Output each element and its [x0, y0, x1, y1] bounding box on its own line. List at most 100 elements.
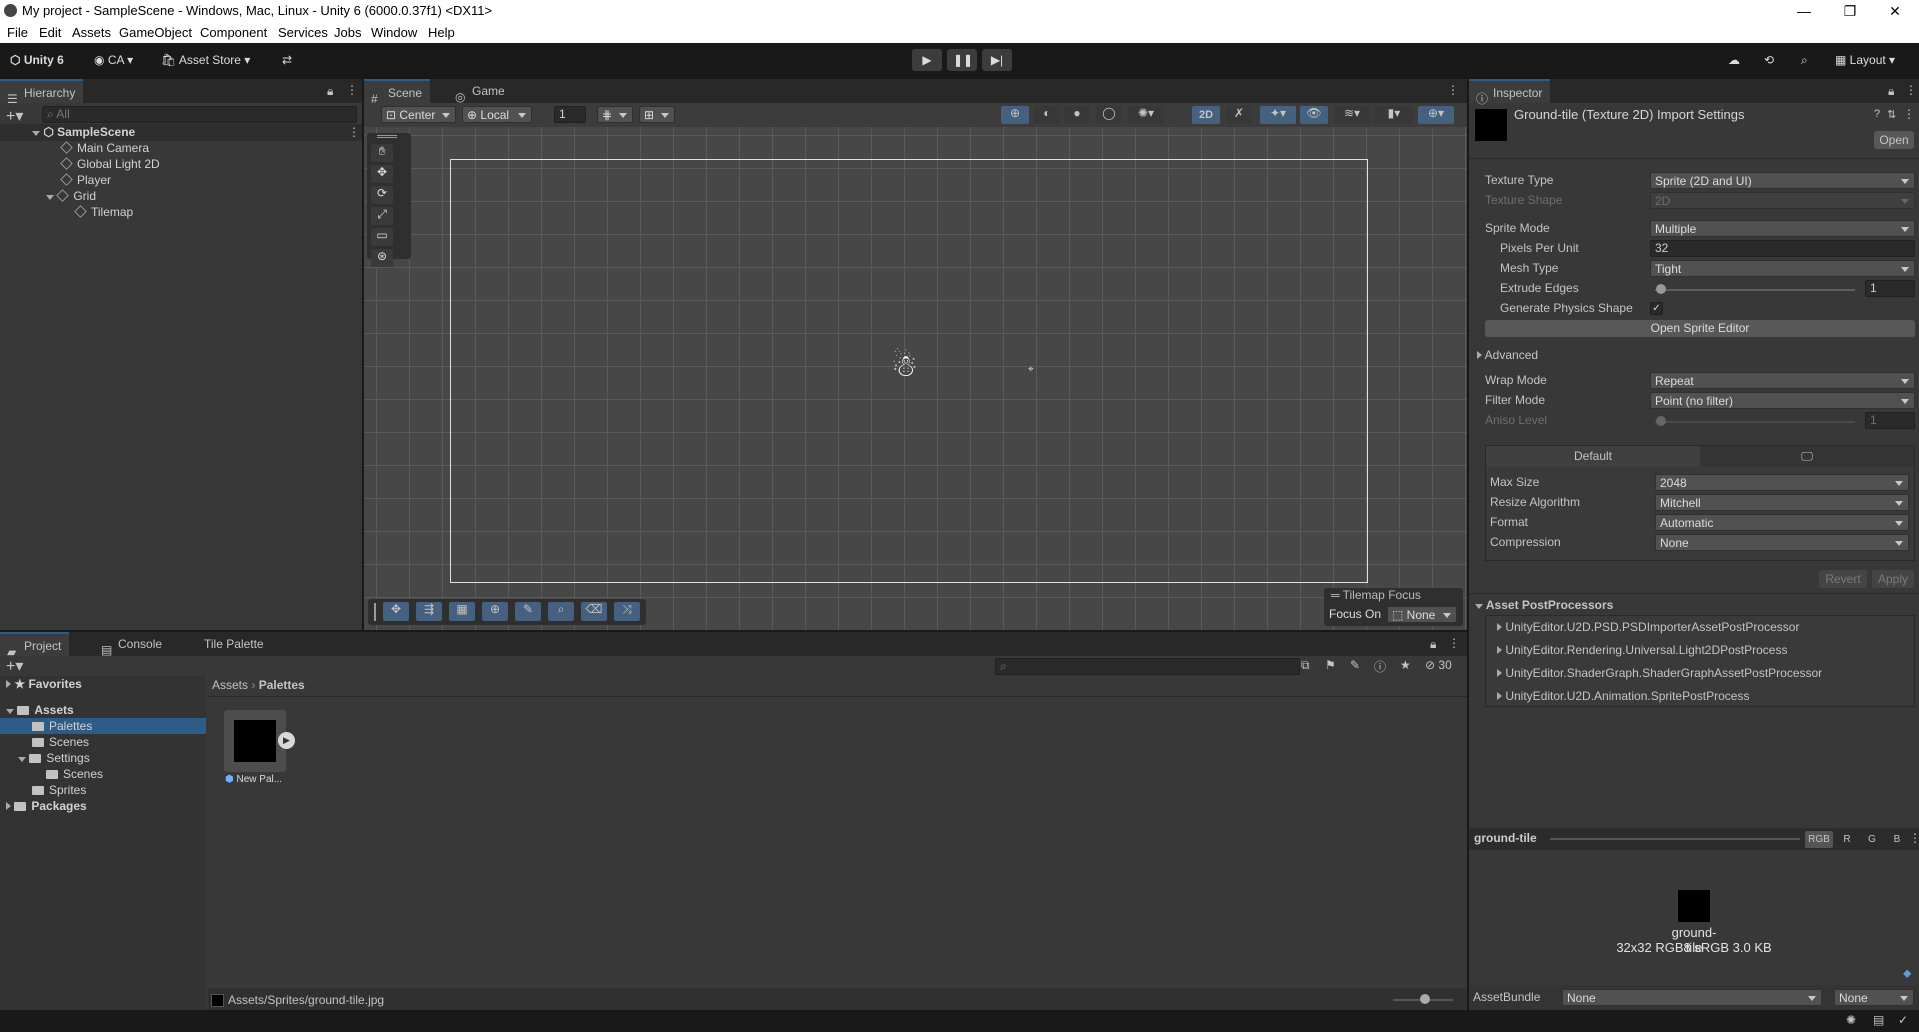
search-by-label-icon[interactable]: ⚑ — [1325, 658, 1336, 672]
grid-snap-dropdown[interactable]: ⋕ — [597, 106, 633, 123]
mode-2d-toggle[interactable]: 2D — [1192, 106, 1220, 124]
maximize-button[interactable]: ❐ — [1830, 1, 1870, 21]
favorite-star-icon[interactable]: ★ — [1400, 658, 1411, 672]
wrap-mode-dropdown[interactable]: Repeat — [1650, 372, 1915, 389]
drag-handle-icon[interactable] — [377, 135, 397, 138]
search-by-tag-icon[interactable]: ✎ — [1350, 658, 1360, 672]
revert-button[interactable]: Revert — [1819, 570, 1867, 588]
info-icon[interactable]: ⓘ — [1374, 658, 1386, 675]
format-dropdown[interactable]: Automatic — [1655, 514, 1909, 531]
palette-asset-thumb[interactable] — [224, 710, 286, 772]
tab-tile-palette[interactable]: Tile Palette — [180, 632, 272, 656]
asset-store-dropdown[interactable]: 🛍 Asset Store ▾ — [155, 49, 256, 71]
gizmo-view-icon[interactable]: ⊕ — [1001, 106, 1029, 124]
visibility-icon[interactable]: 👁︎ — [1300, 106, 1328, 124]
tilemap-search-icon[interactable]: ⌕ — [548, 602, 574, 621]
hierarchy-item-grid[interactable]: Grid — [46, 188, 96, 204]
cloud-icon[interactable]: ☁ — [1722, 49, 1746, 71]
layers-dropdown[interactable]: ≋▾ — [1334, 106, 1370, 124]
breadcrumb-palettes[interactable]: Palettes — [259, 678, 305, 692]
help-icon[interactable]: ? — [1874, 108, 1880, 120]
tree-item-settings-scenes[interactable]: Scenes — [46, 766, 103, 782]
thumb-size-handle[interactable] — [1420, 994, 1430, 1004]
preset-icon[interactable]: ⇅ — [1887, 108, 1896, 121]
effects-dropdown[interactable]: ✦▾ — [1260, 106, 1296, 124]
progress-status-icon[interactable]: ✓ — [1898, 1013, 1908, 1027]
platform-tab-standalone[interactable]: 🖵 — [1700, 446, 1914, 467]
space-dropdown[interactable]: ⊕ Local — [462, 106, 532, 123]
shading-wire-icon[interactable]: ◐ — [1034, 106, 1060, 124]
tilemap-paint-icon[interactable]: ▦ — [449, 602, 475, 621]
menu-component[interactable]: Component — [200, 25, 267, 40]
tab-game[interactable]: ◎ Game — [448, 79, 513, 104]
scene-more-icon[interactable]: ⋮ — [348, 125, 360, 139]
shading-solid-icon[interactable]: ● — [1064, 106, 1090, 124]
menu-jobs[interactable]: Jobs — [334, 25, 361, 40]
close-button[interactable]: ✕ — [1875, 1, 1915, 21]
tab-project[interactable]: ▰ Project — [0, 632, 70, 659]
tilemap-erase-icon[interactable]: ⌫ — [581, 602, 607, 621]
play-button[interactable]: ▶ — [912, 49, 942, 71]
tree-item-scenes[interactable]: Scenes — [32, 734, 89, 750]
channel-g-button[interactable]: G — [1861, 831, 1883, 848]
component-more-icon[interactable]: ⋮ — [1903, 107, 1915, 121]
scale-tool-icon[interactable]: ⤢ — [371, 207, 393, 225]
create-asset-button[interactable]: +▾ — [6, 656, 23, 676]
menu-assets[interactable]: Assets — [72, 25, 111, 40]
pixels-per-unit-input[interactable]: 32 — [1650, 240, 1915, 257]
version-control-icon[interactable]: ⇄ — [276, 49, 298, 71]
player-gizmo-icon[interactable]: ☃ — [891, 349, 918, 384]
search-icon[interactable]: ⌕ — [1795, 49, 1814, 71]
tab-scene[interactable]: # Scene — [364, 79, 431, 106]
compression-dropdown[interactable]: None — [1655, 534, 1909, 551]
tree-item-favorites[interactable]: ★ Favorites — [6, 676, 82, 692]
mesh-type-dropdown[interactable]: Tight — [1650, 260, 1915, 277]
tilemap-pick-icon[interactable]: ✎ — [515, 602, 541, 621]
layout-dropdown[interactable]: ▦ Layout ▾ — [1829, 49, 1901, 71]
rect-tool-icon[interactable]: ▭ — [371, 228, 393, 246]
asset-name-label[interactable]: ⬢ New Pal... — [225, 774, 282, 785]
assetbundle-variant-dropdown[interactable]: None — [1834, 989, 1914, 1006]
preview-mip-slider[interactable] — [1550, 838, 1800, 840]
postprocessors-foldout[interactable]: Asset PostProcessors — [1475, 597, 1613, 614]
platform-tab-default[interactable]: Default — [1486, 446, 1700, 467]
increment-snap-dropdown[interactable]: ⊞ — [639, 106, 675, 123]
postprocessor-item[interactable]: UnityEditor.U2D.Animation.SpritePostProc… — [1497, 688, 1749, 705]
menu-window[interactable]: Window — [371, 25, 417, 40]
hand-tool-icon[interactable]: ✋︎ — [371, 144, 393, 162]
tab-console[interactable]: ▤ Console — [94, 632, 170, 657]
tab-inspector[interactable]: ⓘ Inspector — [1469, 79, 1551, 106]
open-button[interactable]: Open — [1874, 131, 1914, 149]
more-options-icon[interactable]: ⋮ — [346, 83, 358, 97]
move-tool-icon[interactable]: ✥ — [371, 165, 393, 183]
resize-algorithm-dropdown[interactable]: Mitchell — [1655, 494, 1909, 511]
texture-type-dropdown[interactable]: Sprite (2D and UI) — [1650, 172, 1915, 189]
tilemap-move-icon[interactable]: ⇶ — [416, 602, 442, 621]
user-account-dropdown[interactable]: ◉ CA ▾ — [88, 49, 139, 71]
debug-icon[interactable]: ✺ — [1846, 1013, 1856, 1027]
open-sprite-editor-button[interactable]: Open Sprite Editor — [1485, 320, 1915, 337]
search-by-type-icon[interactable]: ⧉ — [1301, 658, 1310, 673]
prefab-play-icon[interactable]: ▶ — [278, 732, 295, 749]
minimize-button[interactable]: — — [1784, 1, 1824, 21]
transform-tool-icon[interactable]: ⊛ — [371, 249, 393, 267]
tree-item-packages[interactable]: Packages — [6, 798, 87, 814]
gizmos-dropdown[interactable]: ⊕▾ — [1418, 106, 1454, 124]
menu-gameobject[interactable]: GameObject — [119, 25, 192, 40]
postprocessor-item[interactable]: UnityEditor.U2D.PSD.PSDImporterAssetPost… — [1497, 619, 1799, 636]
lock-icon[interactable]: 🔒︎ — [1430, 637, 1436, 652]
hierarchy-item-main-camera[interactable]: Main Camera — [60, 140, 149, 156]
extrude-edges-slider[interactable] — [1655, 289, 1855, 291]
focus-on-dropdown[interactable]: ⬚ None — [1387, 606, 1457, 623]
overlay-handle-icon[interactable] — [374, 603, 376, 621]
step-button[interactable]: ▶| — [982, 49, 1012, 71]
grid-size-input[interactable]: 1 — [554, 106, 586, 123]
tilemap-fill-icon[interactable]: ⤨ — [614, 602, 640, 621]
scene-more-icon[interactable]: ⋮ — [1447, 83, 1459, 97]
postprocessor-item[interactable]: UnityEditor.Rendering.Universal.Light2DP… — [1497, 642, 1787, 659]
channel-b-button[interactable]: B — [1886, 831, 1908, 848]
tilemap-select-icon[interactable]: ✥ — [383, 602, 409, 621]
advanced-foldout[interactable]: Advanced — [1477, 347, 1538, 364]
lock-icon[interactable]: 🔒︎ — [1888, 84, 1894, 99]
channel-r-button[interactable]: R — [1836, 831, 1858, 848]
